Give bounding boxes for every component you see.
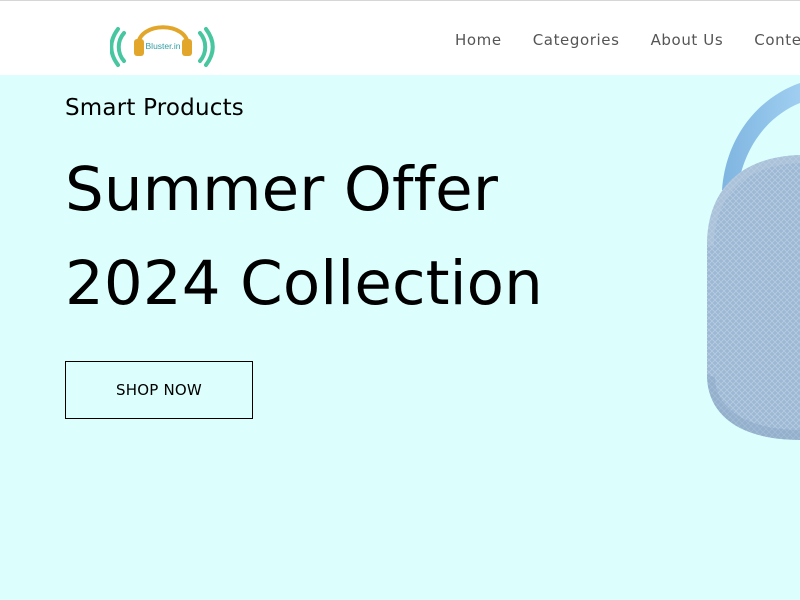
bluetooth-speaker-icon [707,83,800,440]
bluetooth-speaker-image [700,75,800,455]
nav-about-us-link[interactable]: About Us [651,28,724,52]
hero-title-line-1: Summer Offer [65,154,498,225]
nav-home-link[interactable]: Home [455,28,502,52]
nav-categories-link[interactable]: Categories [533,28,620,52]
page: Bluster.in Home Categories About Us Cont… [0,0,800,600]
headphones-logo-icon: Bluster.in [109,25,215,67]
site-header: Bluster.in Home Categories About Us Cont… [0,0,800,75]
shop-now-button[interactable]: SHOP NOW [65,361,253,419]
site-logo[interactable]: Bluster.in [109,11,220,69]
hero-title-line-2: 2024 Collection [65,248,543,319]
logo-text: Bluster.in [146,41,181,51]
nav-contact-link[interactable]: Conte [754,28,800,52]
main-navigation: Home Categories About Us Conte [455,28,800,52]
hero-title: Summer Offer 2024 Collection [65,143,543,331]
hero-banner: Smart Products Summer Offer 2024 Collect… [0,75,800,600]
hero-kicker: Smart Products [65,95,244,121]
